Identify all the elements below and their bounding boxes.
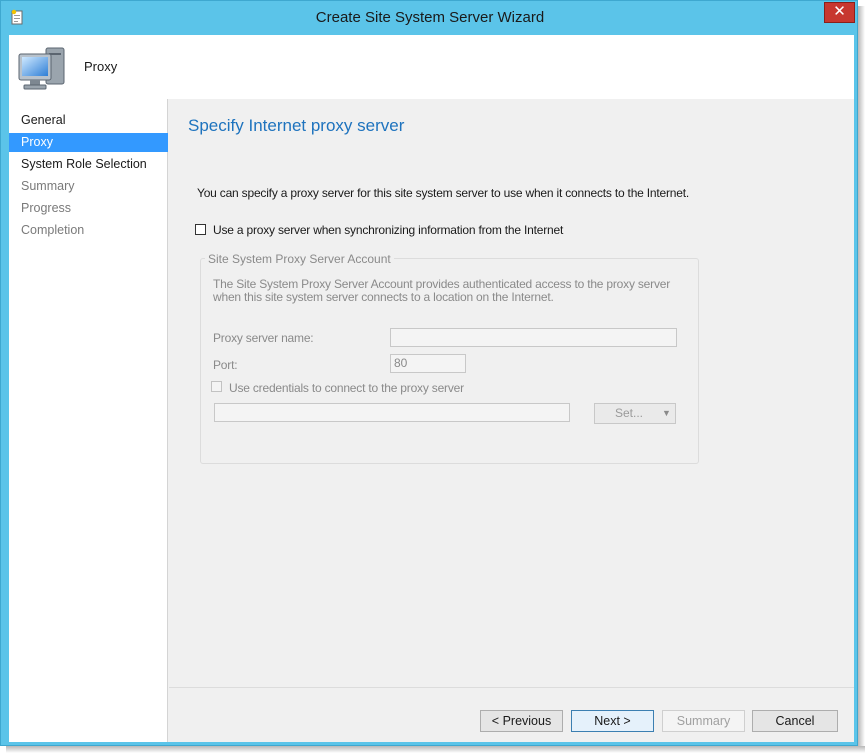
window-shadow-right: [858, 6, 865, 752]
proxy-account-group-label: Site System Proxy Server Account: [205, 252, 394, 266]
port-field[interactable]: 80: [390, 354, 466, 373]
proxy-account-field[interactable]: [214, 403, 570, 422]
previous-button[interactable]: < Previous: [480, 710, 563, 732]
page-title: Specify Internet proxy server: [188, 116, 405, 135]
use-proxy-checkbox[interactable]: [195, 224, 206, 235]
nav-item-summary: Summary: [21, 179, 75, 193]
use-proxy-label[interactable]: Use a proxy server when synchronizing in…: [213, 223, 563, 237]
window-title: Create Site System Server Wizard: [315, 9, 545, 26]
nav-item-proxy[interactable]: Proxy: [9, 133, 168, 152]
close-button[interactable]: ✕: [824, 2, 855, 23]
set-button-label: Set...: [615, 406, 644, 420]
window-shadow-bottom: [6, 746, 865, 753]
wizard-client-area: Proxy General Proxy System Role Selectio…: [9, 35, 854, 742]
header-title: Proxy: [84, 59, 118, 74]
proxy-server-name-field[interactable]: [390, 328, 677, 347]
port-label: Port:: [213, 358, 238, 372]
wizard-header: Proxy: [9, 35, 854, 99]
proxy-account-description: The Site System Proxy Server Account pro…: [213, 277, 671, 304]
nav-item-system-role-selection[interactable]: System Role Selection: [9, 155, 168, 174]
wizard-step-nav: General Proxy System Role Selection Summ…: [9, 99, 168, 742]
next-button[interactable]: Next >: [571, 710, 654, 732]
cancel-button[interactable]: Cancel: [752, 710, 838, 732]
use-credentials-checkbox[interactable]: [211, 381, 222, 392]
nav-item-progress: Progress: [21, 201, 72, 215]
wizard-window: Create Site System Server Wizard ✕ Proxy: [0, 0, 858, 746]
nav-item-general[interactable]: General: [9, 111, 168, 130]
chevron-down-icon: ▼: [662, 408, 671, 418]
proxy-server-name-label: Proxy server name:: [213, 331, 314, 345]
set-account-button[interactable]: Set... ▼: [594, 403, 676, 424]
nav-item-completion: Completion: [21, 223, 85, 237]
footer-divider: [169, 687, 854, 688]
page-description: You can specify a proxy server for this …: [197, 186, 689, 200]
use-credentials-label: Use credentials to connect to the proxy …: [229, 381, 464, 395]
summary-button: Summary: [662, 710, 745, 732]
computer-monitor-icon: [18, 47, 65, 90]
